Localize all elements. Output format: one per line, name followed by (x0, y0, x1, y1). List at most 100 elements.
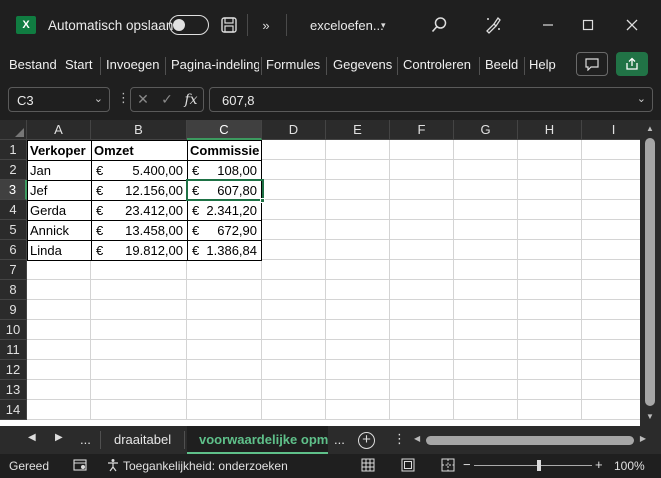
search-icon[interactable] (428, 0, 450, 50)
row-header-2[interactable]: 2 (0, 160, 27, 180)
horizontal-scrollbar[interactable]: ◀ ▶ (414, 434, 646, 446)
tab-beeld[interactable]: Beeld (485, 50, 521, 80)
cell-a3[interactable]: Jef (27, 180, 92, 201)
cell-empty[interactable] (390, 320, 454, 340)
cell-empty[interactable] (582, 220, 640, 240)
cell-empty[interactable] (582, 240, 640, 260)
cell-empty[interactable] (518, 380, 582, 400)
cell-empty[interactable] (262, 200, 326, 220)
column-header-f[interactable]: F (390, 120, 454, 140)
cell-empty[interactable] (582, 160, 640, 180)
column-header-h[interactable]: H (518, 120, 582, 140)
cell-empty[interactable] (91, 380, 187, 400)
designer-brush-icon[interactable] (482, 0, 504, 50)
row-header-13[interactable]: 13 (0, 380, 27, 400)
cell-empty[interactable] (91, 400, 187, 420)
cell-empty[interactable] (454, 260, 518, 280)
cell-c2[interactable]: €108,00 (187, 160, 262, 181)
cancel-icon[interactable]: ✕ (131, 88, 155, 111)
zoom-out-icon[interactable]: − (463, 457, 471, 472)
scroll-right-icon[interactable]: ▶ (640, 434, 646, 443)
cell-empty[interactable] (390, 380, 454, 400)
spreadsheet-grid[interactable]: A B C D E F G H I 1 2 3 4 5 6 7 8 9 10 11 12 13 14 Ve… (0, 120, 640, 426)
scroll-left-icon[interactable]: ◀ (414, 434, 420, 443)
cell-empty[interactable] (27, 380, 91, 400)
row-header-12[interactable]: 12 (0, 360, 27, 380)
cell-empty[interactable] (262, 280, 326, 300)
cell-empty[interactable] (390, 360, 454, 380)
accessibility-icon[interactable] (106, 458, 120, 475)
zoom-slider-thumb[interactable] (537, 460, 541, 471)
cell-empty[interactable] (326, 340, 390, 360)
cell-empty[interactable] (262, 300, 326, 320)
cell-empty[interactable] (582, 380, 640, 400)
horizontal-scroll-thumb[interactable] (426, 436, 634, 445)
cell-empty[interactable] (390, 240, 454, 260)
cell-c4[interactable]: €2.341,20 (187, 200, 262, 221)
cell-a1[interactable]: Verkoper (27, 140, 92, 161)
cell-empty[interactable] (27, 280, 91, 300)
cell-empty[interactable] (187, 300, 262, 320)
column-header-c[interactable]: C (187, 120, 262, 140)
column-header-i[interactable]: I (582, 120, 640, 140)
cell-empty[interactable] (582, 140, 640, 160)
row-header-7[interactable]: 7 (0, 260, 27, 280)
cell-c6[interactable]: €1.386,84 (187, 240, 262, 261)
cell-empty[interactable] (262, 160, 326, 180)
formula-input[interactable]: 607,8 ⌄ (209, 87, 653, 112)
cell-empty[interactable] (262, 180, 326, 200)
insert-function-icon[interactable]: fx (179, 88, 203, 111)
column-header-g[interactable]: G (454, 120, 518, 140)
share-button[interactable] (616, 52, 648, 76)
cell-empty[interactable] (390, 400, 454, 420)
sheet-tab-draaitabel[interactable]: draaitabel (114, 426, 178, 454)
cell-c1[interactable]: Commissie (187, 140, 262, 161)
cell-empty[interactable] (582, 280, 640, 300)
tab-formules[interactable]: Formules (266, 50, 322, 80)
cell-empty[interactable] (91, 280, 187, 300)
row-header-11[interactable]: 11 (0, 340, 27, 360)
cell-empty[interactable] (326, 180, 390, 200)
cell-b1[interactable]: Omzet (91, 140, 188, 161)
maximize-icon[interactable] (576, 0, 600, 50)
cell-empty[interactable] (27, 360, 91, 380)
save-icon[interactable] (218, 0, 240, 50)
row-header-9[interactable]: 9 (0, 300, 27, 320)
cell-empty[interactable] (454, 400, 518, 420)
cell-empty[interactable] (390, 220, 454, 240)
cell-empty[interactable] (262, 340, 326, 360)
cell-empty[interactable] (454, 320, 518, 340)
cell-empty[interactable] (91, 320, 187, 340)
cell-empty[interactable] (518, 340, 582, 360)
row-header-14[interactable]: 14 (0, 400, 27, 420)
row-header-4[interactable]: 4 (0, 200, 27, 220)
cell-b5[interactable]: €13.458,00 (91, 220, 188, 241)
cell-empty[interactable] (187, 340, 262, 360)
cell-empty[interactable] (326, 240, 390, 260)
cell-empty[interactable] (187, 400, 262, 420)
cell-empty[interactable] (518, 260, 582, 280)
cell-empty[interactable] (390, 340, 454, 360)
macro-recording-icon[interactable] (73, 458, 87, 475)
cell-empty[interactable] (390, 140, 454, 160)
cell-empty[interactable] (326, 280, 390, 300)
tab-controleren[interactable]: Controleren (403, 50, 475, 80)
cell-empty[interactable] (454, 340, 518, 360)
cell-empty[interactable] (187, 280, 262, 300)
cell-empty[interactable] (326, 260, 390, 280)
cell-empty[interactable] (582, 180, 640, 200)
expand-formula-icon[interactable]: ⌄ (637, 92, 646, 105)
cell-empty[interactable] (454, 300, 518, 320)
zoom-slider[interactable] (474, 465, 592, 466)
cell-a2[interactable]: Jan (27, 160, 92, 181)
cell-empty[interactable] (187, 380, 262, 400)
sheet-options-icon[interactable]: ⋮ (393, 431, 406, 447)
cell-empty[interactable] (390, 280, 454, 300)
document-title[interactable]: exceloefen... (310, 0, 384, 50)
cell-empty[interactable] (91, 360, 187, 380)
cell-b3[interactable]: €12.156,00 (91, 180, 188, 201)
chevron-down-icon[interactable]: ⌄ (94, 92, 103, 105)
cell-empty[interactable] (454, 220, 518, 240)
cell-empty[interactable] (326, 400, 390, 420)
cell-empty[interactable] (582, 300, 640, 320)
